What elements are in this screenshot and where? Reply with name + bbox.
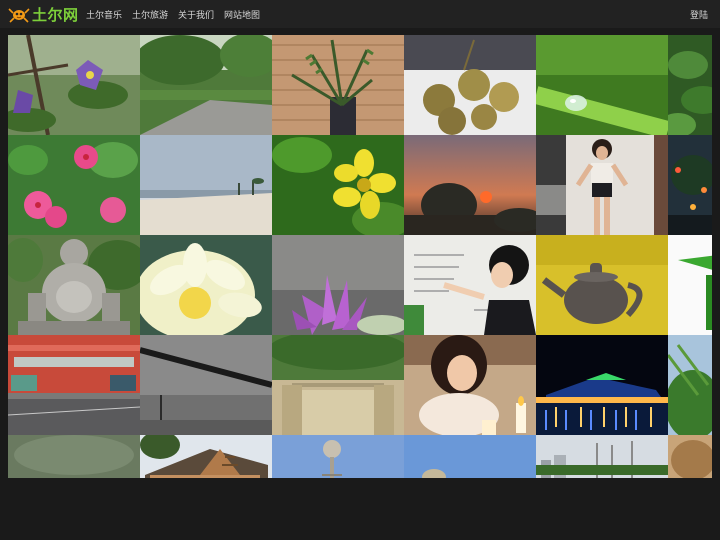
login-link[interactable]: 登陆	[690, 0, 708, 28]
tile-grey-sky-pole[interactable]	[140, 335, 272, 435]
tile-fern-in-pot[interactable]	[272, 35, 404, 135]
tile-pink-lotus[interactable]	[272, 235, 404, 335]
tile-blue-sky-rock[interactable]	[404, 435, 536, 478]
tile-park-path[interactable]	[140, 35, 272, 135]
tile-tower-sky[interactable]	[272, 435, 404, 478]
photo-grid	[8, 35, 712, 478]
tile-longan-fruits[interactable]	[404, 35, 536, 135]
tile-white-lotus[interactable]	[140, 235, 272, 335]
tile-night-lights[interactable]	[668, 135, 712, 235]
page-footer-area	[0, 478, 720, 540]
site-logo[interactable]: 土尔网	[8, 4, 79, 24]
tile-bamboo-sky[interactable]	[668, 335, 712, 435]
tile-wooden-house[interactable]	[140, 435, 272, 478]
nav-travel-link[interactable]: 土尔旅游	[132, 8, 168, 21]
tile-stone-bridge[interactable]	[272, 335, 404, 435]
logo-creature-icon	[8, 8, 30, 23]
top-navigation-bar: 土尔网 土尔音乐 土尔旅游 关于我们 网站地图 登陆	[0, 0, 720, 28]
tile-purple-eggplant-flowers[interactable]	[8, 35, 140, 135]
tile-green-leaf-white[interactable]	[668, 235, 712, 335]
nav-about-link[interactable]: 关于我们	[178, 8, 214, 21]
tile-clay-teapot[interactable]	[536, 235, 668, 335]
tile-yellow-flower[interactable]	[272, 135, 404, 235]
tile-laughing-buddha-statue[interactable]	[8, 235, 140, 335]
nav-music-link[interactable]: 土尔音乐	[86, 8, 122, 21]
tile-girl-writing-whiteboard[interactable]	[404, 235, 536, 335]
tile-sunset-tree[interactable]	[404, 135, 536, 235]
logo-text: 土尔网	[32, 6, 79, 24]
tile-pink-flowers[interactable]	[8, 135, 140, 235]
main-nav: 土尔音乐 土尔旅游 关于我们 网站地图	[86, 0, 260, 28]
nav-sitemap-link[interactable]: 网站地图	[224, 8, 260, 21]
tile-city-skyline[interactable]	[536, 435, 668, 478]
tile-tea-plants[interactable]	[668, 35, 712, 135]
tile-beach[interactable]	[140, 135, 272, 235]
tile-blurred-green[interactable]	[8, 435, 140, 478]
tile-water-droplet-leaf[interactable]	[536, 35, 668, 135]
tile-girl-standing[interactable]	[536, 135, 668, 235]
tile-girl-candles[interactable]	[404, 335, 536, 435]
tile-night-harbor[interactable]	[536, 335, 668, 435]
tile-brown-animal[interactable]	[668, 435, 712, 478]
tile-street-building[interactable]	[8, 335, 140, 435]
